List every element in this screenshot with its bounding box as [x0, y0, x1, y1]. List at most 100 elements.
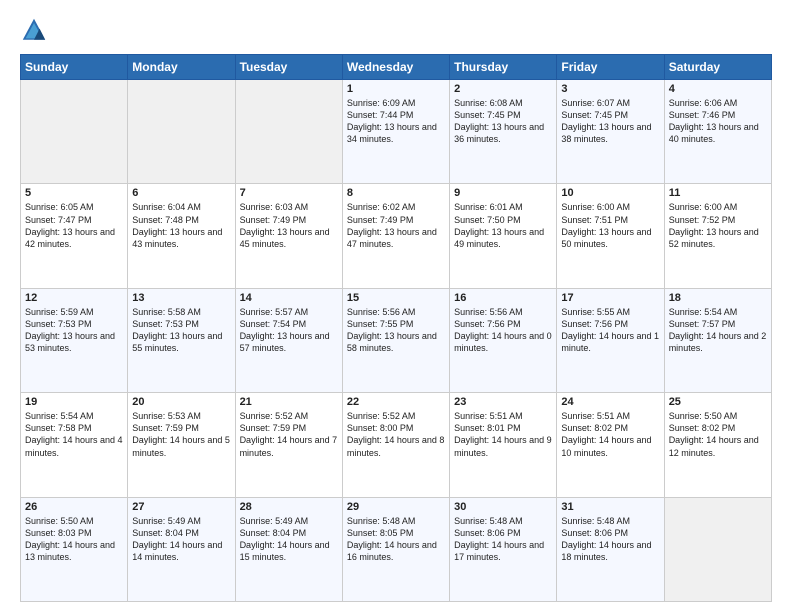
- cell-info: Sunrise: 5:50 AM Sunset: 8:02 PM Dayligh…: [669, 410, 767, 459]
- page: SundayMondayTuesdayWednesdayThursdayFrid…: [0, 0, 792, 612]
- calendar-cell: [128, 80, 235, 184]
- day-number: 17: [561, 292, 659, 304]
- day-number: 19: [25, 396, 123, 408]
- day-number: 27: [132, 501, 230, 513]
- day-number: 9: [454, 187, 552, 199]
- cell-info: Sunrise: 5:52 AM Sunset: 7:59 PM Dayligh…: [240, 410, 338, 459]
- calendar-week-row: 1 Sunrise: 6:09 AM Sunset: 7:44 PM Daylig…: [21, 80, 772, 184]
- calendar-cell: 24 Sunrise: 5:51 AM Sunset: 8:02 PM Dayli…: [557, 393, 664, 497]
- day-number: 2: [454, 83, 552, 95]
- calendar-table: SundayMondayTuesdayWednesdayThursdayFrid…: [20, 54, 772, 602]
- day-number: 5: [25, 187, 123, 199]
- logo: [20, 16, 52, 44]
- calendar-cell: 6Sunrise: 6:04 AM Sunset: 7:48 PM Daylig…: [128, 184, 235, 288]
- cell-info: Sunrise: 5:54 AM Sunset: 7:57 PM Dayligh…: [669, 306, 767, 355]
- cell-info: Sunrise: 6:02 AM Sunset: 7:49 PM Dayligh…: [347, 201, 445, 250]
- cell-info: Sunrise: 6:01 AM Sunset: 7:50 PM Dayligh…: [454, 201, 552, 250]
- day-number: 1: [347, 83, 445, 95]
- weekday-header: Monday: [128, 55, 235, 80]
- calendar-cell: 11 Sunrise: 6:00 AM Sunset: 7:52 PM Dayli…: [664, 184, 771, 288]
- day-number: 4: [669, 83, 767, 95]
- calendar-cell: 21 Sunrise: 5:52 AM Sunset: 7:59 PM Dayli…: [235, 393, 342, 497]
- calendar-cell: 7 Sunrise: 6:03 AM Sunset: 7:49 PM Daylig…: [235, 184, 342, 288]
- calendar-cell: 8 Sunrise: 6:02 AM Sunset: 7:49 PM Daylig…: [342, 184, 449, 288]
- cell-info: Sunrise: 6:07 AM Sunset: 7:45 PM Dayligh…: [561, 97, 659, 146]
- day-number: 29: [347, 501, 445, 513]
- calendar-cell: 10 Sunrise: 6:00 AM Sunset: 7:51 PM Dayli…: [557, 184, 664, 288]
- calendar-cell: [235, 80, 342, 184]
- cell-info: Sunrise: 5:54 AM Sunset: 7:58 PM Dayligh…: [25, 410, 123, 459]
- calendar-cell: 29 Sunrise: 5:48 AM Sunset: 8:05 PM Dayli…: [342, 497, 449, 601]
- cell-info: Sunrise: 5:50 AM Sunset: 8:03 PM Dayligh…: [25, 515, 123, 564]
- day-number: 3: [561, 83, 659, 95]
- day-number: 23: [454, 396, 552, 408]
- day-number: 30: [454, 501, 552, 513]
- cell-info: Sunrise: 6:09 AM Sunset: 7:44 PM Dayligh…: [347, 97, 445, 146]
- day-number: 31: [561, 501, 659, 513]
- day-number: 12: [25, 292, 123, 304]
- cell-info: Sunrise: 6:00 AM Sunset: 7:51 PM Dayligh…: [561, 201, 659, 250]
- day-number: 21: [240, 396, 338, 408]
- calendar-cell: 2Sunrise: 6:08 AM Sunset: 7:45 PM Daylig…: [450, 80, 557, 184]
- cell-info: Sunrise: 5:58 AM Sunset: 7:53 PM Dayligh…: [132, 306, 230, 355]
- weekday-header: Wednesday: [342, 55, 449, 80]
- day-number: 10: [561, 187, 659, 199]
- calendar-week-row: 12Sunrise: 5:59 AM Sunset: 7:53 PM Dayli…: [21, 288, 772, 392]
- weekday-header: Friday: [557, 55, 664, 80]
- calendar-cell: 30Sunrise: 5:48 AM Sunset: 8:06 PM Dayli…: [450, 497, 557, 601]
- weekday-header: Saturday: [664, 55, 771, 80]
- calendar-cell: 31 Sunrise: 5:48 AM Sunset: 8:06 PM Dayli…: [557, 497, 664, 601]
- calendar-cell: 28 Sunrise: 5:49 AM Sunset: 8:04 PM Dayli…: [235, 497, 342, 601]
- day-number: 16: [454, 292, 552, 304]
- calendar-cell: 22Sunrise: 5:52 AM Sunset: 8:00 PM Dayli…: [342, 393, 449, 497]
- day-number: 13: [132, 292, 230, 304]
- header: [20, 16, 772, 44]
- calendar-cell: [21, 80, 128, 184]
- day-number: 8: [347, 187, 445, 199]
- day-number: 20: [132, 396, 230, 408]
- cell-info: Sunrise: 5:56 AM Sunset: 7:56 PM Dayligh…: [454, 306, 552, 355]
- day-number: 11: [669, 187, 767, 199]
- calendar-cell: 5 Sunrise: 6:05 AM Sunset: 7:47 PM Daylig…: [21, 184, 128, 288]
- calendar-cell: 13 Sunrise: 5:58 AM Sunset: 7:53 PM Dayli…: [128, 288, 235, 392]
- cell-info: Sunrise: 5:49 AM Sunset: 8:04 PM Dayligh…: [132, 515, 230, 564]
- calendar-cell: 14 Sunrise: 5:57 AM Sunset: 7:54 PM Dayli…: [235, 288, 342, 392]
- cell-info: Sunrise: 5:48 AM Sunset: 8:06 PM Dayligh…: [561, 515, 659, 564]
- calendar-week-row: 19 Sunrise: 5:54 AM Sunset: 7:58 PM Dayli…: [21, 393, 772, 497]
- calendar-cell: 4 Sunrise: 6:06 AM Sunset: 7:46 PM Daylig…: [664, 80, 771, 184]
- calendar-cell: 17Sunrise: 5:55 AM Sunset: 7:56 PM Dayli…: [557, 288, 664, 392]
- calendar-cell: 15Sunrise: 5:56 AM Sunset: 7:55 PM Dayli…: [342, 288, 449, 392]
- cell-info: Sunrise: 5:52 AM Sunset: 8:00 PM Dayligh…: [347, 410, 445, 459]
- calendar-week-row: 26 Sunrise: 5:50 AM Sunset: 8:03 PM Dayli…: [21, 497, 772, 601]
- day-number: 14: [240, 292, 338, 304]
- calendar-week-row: 5 Sunrise: 6:05 AM Sunset: 7:47 PM Daylig…: [21, 184, 772, 288]
- calendar-cell: 3 Sunrise: 6:07 AM Sunset: 7:45 PM Daylig…: [557, 80, 664, 184]
- day-number: 28: [240, 501, 338, 513]
- day-number: 15: [347, 292, 445, 304]
- weekday-header: Tuesday: [235, 55, 342, 80]
- calendar-cell: 16 Sunrise: 5:56 AM Sunset: 7:56 PM Dayli…: [450, 288, 557, 392]
- calendar-cell: 20Sunrise: 5:53 AM Sunset: 7:59 PM Dayli…: [128, 393, 235, 497]
- day-number: 24: [561, 396, 659, 408]
- cell-info: Sunrise: 5:51 AM Sunset: 8:02 PM Dayligh…: [561, 410, 659, 459]
- calendar-cell: [664, 497, 771, 601]
- calendar-cell: 18 Sunrise: 5:54 AM Sunset: 7:57 PM Dayli…: [664, 288, 771, 392]
- cell-info: Sunrise: 5:51 AM Sunset: 8:01 PM Dayligh…: [454, 410, 552, 459]
- cell-info: Sunrise: 6:00 AM Sunset: 7:52 PM Dayligh…: [669, 201, 767, 250]
- calendar-cell: 19 Sunrise: 5:54 AM Sunset: 7:58 PM Dayli…: [21, 393, 128, 497]
- cell-info: Sunrise: 6:04 AM Sunset: 7:48 PM Dayligh…: [132, 201, 230, 250]
- cell-info: Sunrise: 5:48 AM Sunset: 8:05 PM Dayligh…: [347, 515, 445, 564]
- day-number: 18: [669, 292, 767, 304]
- day-number: 25: [669, 396, 767, 408]
- cell-info: Sunrise: 5:49 AM Sunset: 8:04 PM Dayligh…: [240, 515, 338, 564]
- weekday-header: Sunday: [21, 55, 128, 80]
- cell-info: Sunrise: 6:05 AM Sunset: 7:47 PM Dayligh…: [25, 201, 123, 250]
- day-number: 7: [240, 187, 338, 199]
- logo-icon: [20, 16, 48, 44]
- cell-info: Sunrise: 6:06 AM Sunset: 7:46 PM Dayligh…: [669, 97, 767, 146]
- day-number: 26: [25, 501, 123, 513]
- cell-info: Sunrise: 6:03 AM Sunset: 7:49 PM Dayligh…: [240, 201, 338, 250]
- calendar-cell: 9 Sunrise: 6:01 AM Sunset: 7:50 PM Daylig…: [450, 184, 557, 288]
- calendar-cell: 12Sunrise: 5:59 AM Sunset: 7:53 PM Dayli…: [21, 288, 128, 392]
- cell-info: Sunrise: 5:57 AM Sunset: 7:54 PM Dayligh…: [240, 306, 338, 355]
